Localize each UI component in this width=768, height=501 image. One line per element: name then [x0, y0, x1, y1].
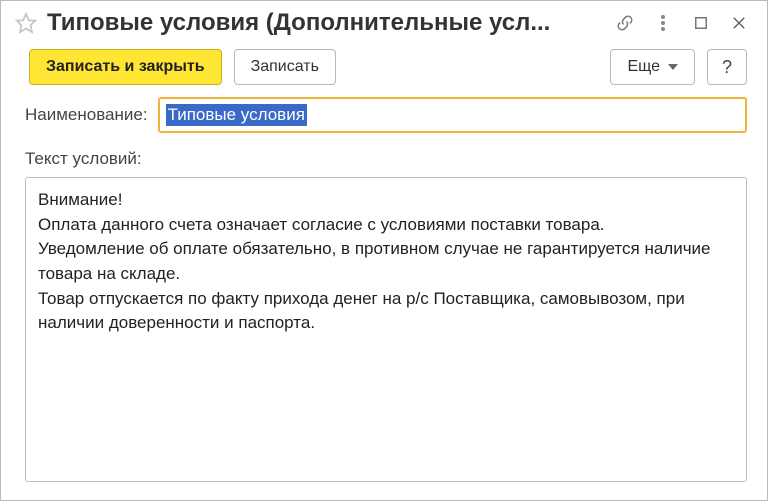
help-button[interactable]: ?: [707, 49, 747, 85]
name-input[interactable]: Типовые условия: [158, 97, 747, 133]
name-input-value: Типовые условия: [166, 104, 307, 126]
more-label: Еще: [627, 58, 660, 76]
save-label: Записать: [251, 58, 319, 76]
name-row: Наименование: Типовые условия: [25, 97, 747, 133]
chevron-down-icon: [668, 64, 678, 70]
dialog-window: Типовые условия (Дополнительные усл... З…: [0, 0, 768, 501]
window-title: Типовые условия (Дополнительные усл...: [47, 9, 601, 37]
name-label: Наименование:: [25, 105, 148, 125]
toolbar: Записать и закрыть Записать Еще ?: [1, 43, 767, 97]
titlebar: Типовые условия (Дополнительные усл...: [1, 1, 767, 43]
kebab-menu-icon[interactable]: [649, 10, 677, 36]
close-icon[interactable]: [725, 10, 753, 36]
more-button[interactable]: Еще: [610, 49, 695, 85]
save-and-close-button[interactable]: Записать и закрыть: [29, 49, 222, 85]
link-icon[interactable]: [611, 10, 639, 36]
save-and-close-label: Записать и закрыть: [46, 58, 205, 76]
help-label: ?: [722, 57, 732, 78]
maximize-icon[interactable]: [687, 10, 715, 36]
conditions-textarea[interactable]: Внимание! Оплата данного счета означает …: [25, 177, 747, 482]
favorite-star-icon[interactable]: [15, 12, 37, 34]
form-area: Наименование: Типовые условия Текст усло…: [1, 97, 767, 500]
conditions-label: Текст условий:: [25, 149, 747, 169]
save-button[interactable]: Записать: [234, 49, 336, 85]
